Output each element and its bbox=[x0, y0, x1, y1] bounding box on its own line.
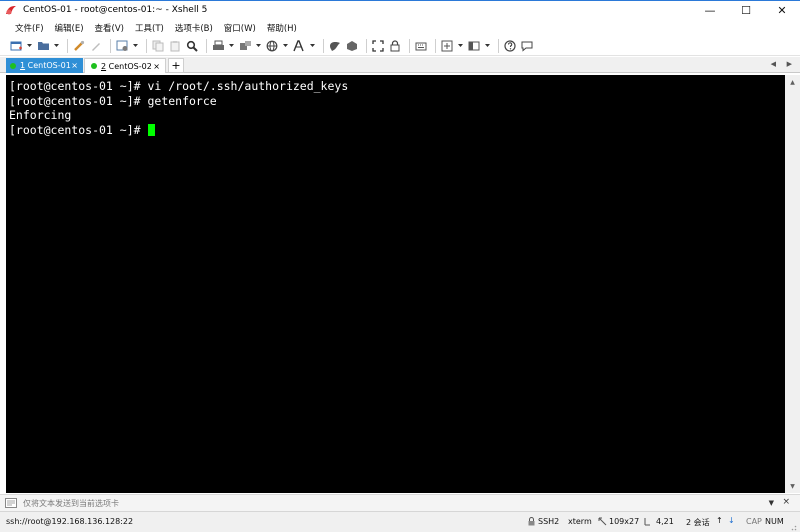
print-icon[interactable] bbox=[211, 39, 225, 53]
xmanager-icon[interactable] bbox=[345, 39, 359, 53]
print-dropdown-icon[interactable] bbox=[228, 39, 234, 53]
protocol-label: SSH2 bbox=[538, 517, 560, 526]
terminal-line: [root@centos-01 ~]# vi /root/.ssh/author… bbox=[9, 79, 349, 93]
xftp-icon[interactable] bbox=[328, 39, 342, 53]
link-icon[interactable] bbox=[72, 39, 86, 53]
maximize-button[interactable]: ☐ bbox=[728, 1, 764, 20]
resize-grip-icon[interactable] bbox=[789, 523, 797, 531]
connection-address: ssh://root@192.168.136.128:22 bbox=[6, 517, 134, 526]
scroll-down-arrow-icon[interactable]: ▼ bbox=[785, 479, 800, 493]
cursor-position-label: 4,21 bbox=[656, 517, 674, 526]
chat-icon[interactable] bbox=[520, 39, 534, 53]
tab-centos-02[interactable]: 2 CentOS-02 × bbox=[84, 58, 166, 73]
open-dropdown-icon[interactable] bbox=[53, 39, 59, 53]
tab-close-icon[interactable]: × bbox=[71, 61, 78, 70]
close-button[interactable]: ✕ bbox=[764, 1, 800, 20]
compose-send-icon bbox=[5, 498, 17, 508]
terminal-line: [root@centos-01 ~]# getenforce bbox=[9, 93, 217, 108]
session-count-label: 2 会话 bbox=[686, 518, 710, 527]
window-controls: — ☐ ✕ bbox=[692, 1, 800, 20]
minimize-button[interactable]: — bbox=[692, 1, 728, 20]
toolbar-separator bbox=[110, 38, 111, 53]
session-up-arrow-icon[interactable]: ↑ bbox=[716, 516, 723, 525]
fullscreen-icon[interactable] bbox=[371, 39, 385, 53]
font-icon[interactable] bbox=[292, 39, 306, 53]
scroll-up-arrow-icon[interactable]: ▲ bbox=[785, 75, 800, 89]
toolbar-separator bbox=[435, 38, 436, 53]
transfer-icon[interactable] bbox=[238, 39, 252, 53]
toolbar bbox=[0, 36, 800, 56]
globe-icon[interactable] bbox=[265, 39, 279, 53]
compose-menu-icon[interactable]: ▼ bbox=[769, 499, 774, 507]
menu-bar: 文件(F) 编辑(E) 查看(V) 工具(T) 选项卡(B) 窗口(W) 帮助(… bbox=[0, 19, 800, 36]
size-icon bbox=[598, 517, 607, 526]
layout-dropdown-icon[interactable] bbox=[484, 39, 490, 53]
menu-help[interactable]: 帮助(H) bbox=[267, 22, 297, 34]
compose-close-icon[interactable]: × bbox=[782, 497, 790, 507]
compose-bar[interactable]: 仅将文本发送到当前选项卡 ▼ × bbox=[0, 494, 800, 511]
cursor-position-icon bbox=[644, 518, 650, 526]
tab-centos-01[interactable]: 1 CentOS-01 × bbox=[6, 58, 83, 73]
tab-label: CentOS-01 bbox=[27, 61, 71, 70]
menu-window[interactable]: 窗口(W) bbox=[224, 22, 256, 34]
open-folder-icon[interactable] bbox=[36, 39, 50, 53]
ssh-lock-icon bbox=[528, 517, 535, 526]
new-session-icon[interactable] bbox=[9, 39, 23, 53]
menu-tab[interactable]: 选项卡(B) bbox=[175, 22, 213, 34]
tab-scroll-left-icon[interactable]: ◀ bbox=[771, 60, 776, 68]
connected-status-icon bbox=[91, 63, 97, 69]
connected-status-icon bbox=[10, 62, 16, 69]
xshell-logo-icon bbox=[6, 6, 16, 15]
layout-icon[interactable] bbox=[467, 39, 481, 53]
toolbar-separator bbox=[67, 38, 68, 53]
title-bar[interactable]: CentOS-01 - root@centos-01:~ - Xshell 5 … bbox=[0, 0, 800, 19]
properties-dropdown-icon[interactable] bbox=[132, 39, 138, 53]
toolbar-separator bbox=[323, 38, 324, 53]
tab-scroll-right-icon[interactable]: ▶ bbox=[787, 60, 792, 68]
edit-icon[interactable] bbox=[89, 39, 103, 53]
menu-view[interactable]: 查看(V) bbox=[95, 22, 124, 34]
paste-icon[interactable] bbox=[168, 39, 182, 53]
properties-icon[interactable] bbox=[115, 39, 129, 53]
status-bar: ssh://root@192.168.136.128:22 SSH2 xterm… bbox=[0, 511, 800, 532]
font-dropdown-icon[interactable] bbox=[309, 39, 315, 53]
compose-input[interactable]: 仅将文本发送到当前选项卡 bbox=[23, 498, 119, 509]
num-lock-indicator: NUM bbox=[765, 517, 784, 526]
keyboard-icon[interactable] bbox=[414, 39, 428, 53]
terminal-prompt: [root@centos-01 ~]# bbox=[9, 122, 148, 137]
terminal-line: Enforcing bbox=[9, 108, 72, 122]
window-title: CentOS-01 - root@centos-01:~ - Xshell 5 bbox=[23, 5, 208, 15]
menu-file[interactable]: 文件(F) bbox=[15, 22, 44, 34]
toolbar-separator bbox=[146, 38, 147, 53]
tab-bar: 1 CentOS-01 × 2 CentOS-02 × + ◀ ▶ bbox=[0, 57, 800, 73]
tab-label: CentOS-02 bbox=[108, 61, 152, 71]
tab-close-icon[interactable]: × bbox=[153, 62, 160, 71]
toolbar-separator bbox=[206, 38, 207, 53]
transfer-dropdown-icon[interactable] bbox=[255, 39, 261, 53]
terminal-type-label: xterm bbox=[568, 517, 592, 526]
toolbar-separator bbox=[409, 38, 410, 53]
copy-icon[interactable] bbox=[151, 39, 165, 53]
vertical-scrollbar[interactable]: ▲ ▼ bbox=[785, 75, 800, 493]
terminal-area[interactable]: [root@centos-01 ~]# vi /root/.ssh/author… bbox=[6, 75, 785, 493]
menu-edit[interactable]: 编辑(E) bbox=[55, 22, 84, 34]
caps-lock-indicator: CAP bbox=[746, 517, 762, 526]
terminal-cursor bbox=[148, 123, 156, 136]
terminal-size-label: 109x27 bbox=[609, 517, 640, 526]
compose-dropdown-icon[interactable] bbox=[457, 39, 463, 53]
tab-number: 1 bbox=[20, 61, 26, 70]
toolbar-separator bbox=[498, 38, 499, 53]
lock-icon[interactable] bbox=[388, 39, 402, 53]
toolbar-separator bbox=[366, 38, 367, 53]
terminal-prompt-line: [root@centos-01 ~]# bbox=[9, 123, 782, 138]
tab-number: 2 bbox=[101, 61, 107, 71]
add-tab-button[interactable]: + bbox=[168, 58, 184, 73]
find-icon[interactable] bbox=[185, 39, 199, 53]
session-down-arrow-icon[interactable]: ↓ bbox=[728, 516, 735, 525]
new-session-dropdown-icon[interactable] bbox=[26, 39, 32, 53]
menu-tools[interactable]: 工具(T) bbox=[135, 22, 164, 34]
globe-dropdown-icon[interactable] bbox=[282, 39, 288, 53]
compose-icon[interactable] bbox=[440, 39, 454, 53]
help-icon[interactable] bbox=[503, 39, 517, 53]
